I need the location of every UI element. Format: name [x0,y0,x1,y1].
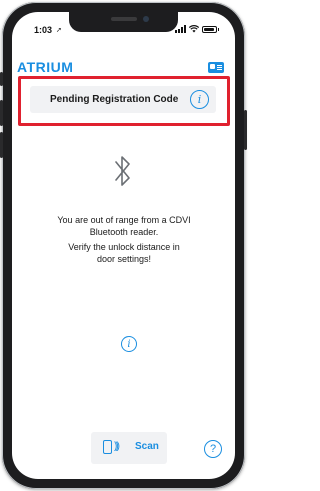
power-button [244,110,247,150]
wifi-icon [189,25,199,33]
info-button-icon[interactable]: i [121,336,137,352]
phone-frame: 1:03 ➚ ATRIUM Pending Registration Code … [0,2,247,489]
message-line-1: You are out of range from a CDVI [57,215,191,225]
pending-registration-banner[interactable]: Pending Registration Code i [30,86,216,113]
atrium-logo: ATRIUM [17,59,73,75]
status-icons [175,25,219,33]
volume-down-button [0,132,3,158]
silent-switch [0,72,3,86]
battery-nub [218,27,219,31]
phone-scan-icon [103,440,112,454]
pending-registration-label: Pending Registration Code [50,94,179,105]
front-camera [143,16,149,22]
speaker-grille [111,17,137,21]
message-line-2: Bluetooth reader. [89,227,159,237]
signal-waves-icon: ))) [114,441,120,452]
message-line-4: door settings! [96,254,152,264]
pending-info-icon[interactable]: i [190,90,209,109]
bluetooth-icon [115,156,130,186]
scan-button[interactable]: ))) Scan [91,432,167,464]
notch [69,12,178,32]
help-icon[interactable]: ? [204,440,222,458]
logo-text: ATRIUM [17,59,74,75]
app-screen: 1:03 ➚ ATRIUM Pending Registration Code … [12,12,235,479]
scan-label: Scan [135,441,159,452]
status-time: 1:03 [34,25,53,35]
volume-up-button [0,100,3,126]
location-arrow-icon: ➚ [56,27,62,34]
out-of-range-message: You are out of range from a CDVI Bluetoo… [30,214,218,238]
verify-distance-message: Verify the unlock distance in door setti… [30,241,218,265]
credential-card-icon[interactable] [208,62,224,73]
battery-icon [202,25,217,33]
cellular-signal-icon [175,25,186,33]
message-line-3: Verify the unlock distance in [68,242,180,252]
